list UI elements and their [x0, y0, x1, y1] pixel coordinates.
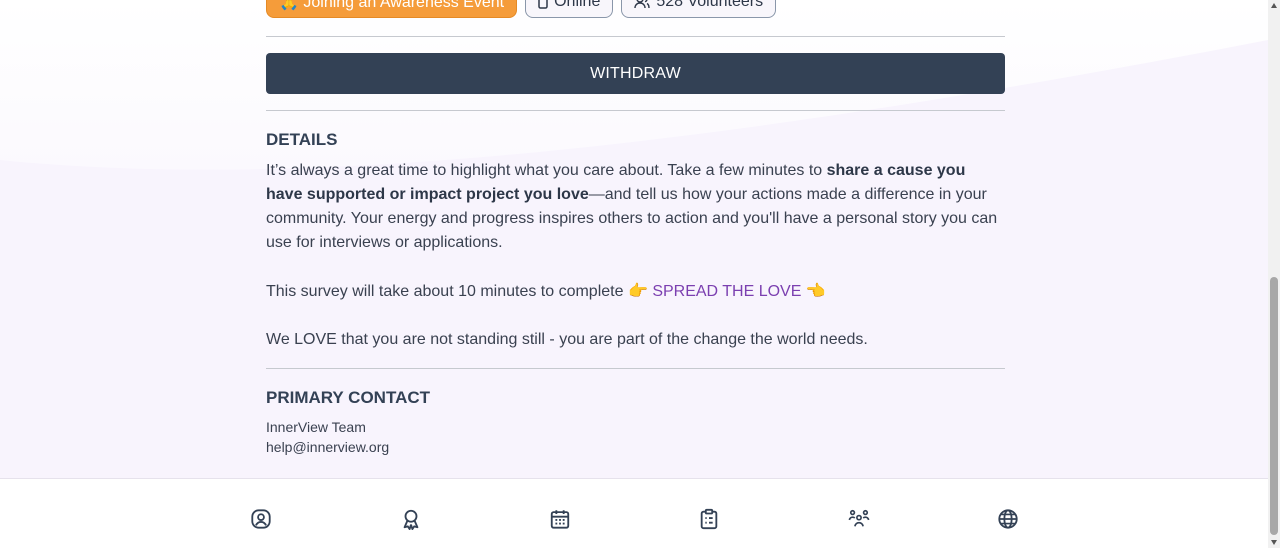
details-text: It’s always a great time to highlight wh… — [266, 162, 827, 179]
contact-email[interactable]: help@innerview.org — [266, 437, 389, 457]
profile-icon[interactable] — [250, 508, 272, 530]
event-chips: 🙏 Joining an Awareness Event Online 528 … — [266, 0, 777, 18]
spread-the-love-link[interactable]: SPREAD THE LOVE — [652, 283, 801, 300]
details-heading: DETAILS — [266, 130, 338, 149]
divider — [266, 110, 1005, 111]
scrollbar-thumb[interactable] — [1270, 277, 1278, 535]
bottom-navigation — [0, 478, 1268, 549]
volunteers-chip-label: 528 Volunteers — [656, 0, 764, 10]
survey-text: This survey will take about 10 minutes t… — [266, 283, 653, 300]
divider — [266, 368, 1005, 369]
users-icon — [634, 0, 651, 9]
details-paragraph-3: We LOVE that you are not standing still … — [266, 331, 868, 348]
volunteers-chip[interactable]: 528 Volunteers — [621, 0, 777, 18]
calendar-icon[interactable] — [549, 508, 571, 530]
phone-icon — [538, 0, 548, 9]
details-paragraph-1: It’s always a great time to highlight wh… — [266, 159, 1005, 255]
pointing-emoji: 👈 — [801, 283, 826, 300]
community-icon[interactable] — [848, 508, 870, 530]
scroll-up-arrow[interactable] — [1271, 3, 1277, 8]
divider — [266, 36, 1005, 37]
contact-name: InnerView Team — [266, 419, 366, 435]
primary-contact-heading: PRIMARY CONTACT — [266, 388, 431, 407]
details-paragraph-2: This survey will take about 10 minutes t… — [266, 280, 1005, 304]
clipboard-icon[interactable] — [698, 508, 720, 530]
format-chip-label: Online — [554, 0, 601, 10]
category-chip[interactable]: 🙏 Joining an Awareness Event — [266, 0, 518, 18]
withdraw-button[interactable]: WITHDRAW — [266, 53, 1005, 94]
format-chip[interactable]: Online — [525, 0, 614, 18]
award-icon[interactable] — [400, 508, 422, 530]
vertical-scrollbar[interactable] — [1268, 0, 1280, 548]
category-chip-label: 🙏 Joining an Awareness Event — [279, 0, 505, 11]
globe-icon[interactable] — [997, 508, 1019, 530]
scroll-down-arrow[interactable] — [1271, 540, 1277, 545]
